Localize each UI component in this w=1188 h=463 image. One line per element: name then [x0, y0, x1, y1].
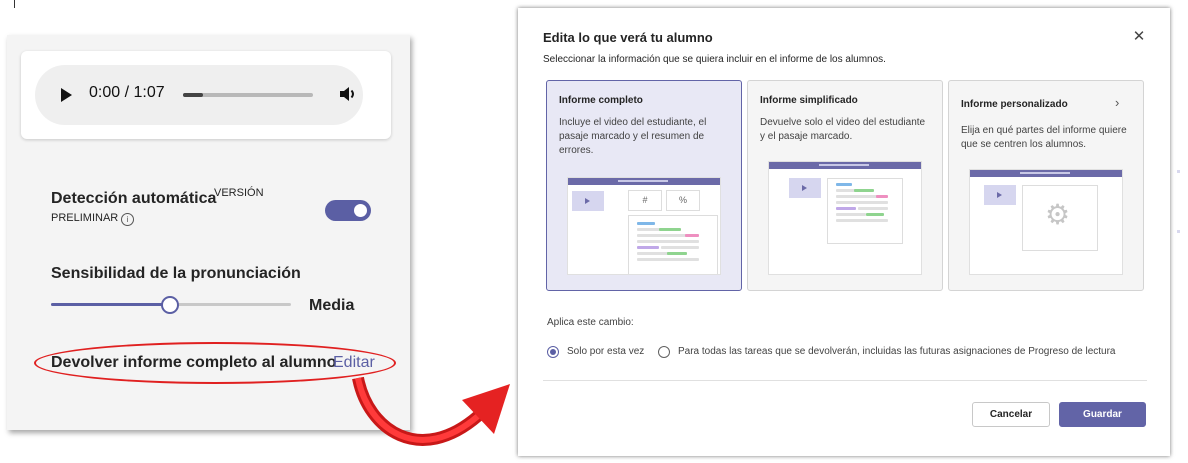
- background-edge: [1177, 170, 1180, 173]
- passage-line-highlight: [659, 228, 681, 231]
- passage-line: [637, 240, 699, 243]
- preview-custom-area: ⚙: [1022, 185, 1098, 251]
- radio-all-assignments-label[interactable]: Para todas las tareas que se devolverán,…: [678, 346, 1115, 357]
- auto-detection-toggle[interactable]: [325, 200, 371, 221]
- preview-video: [572, 191, 604, 211]
- passage-line: [661, 246, 699, 249]
- audio-progress-fill: [183, 93, 203, 97]
- card-description: Elija en qué partes del informe quiere q…: [961, 125, 1127, 150]
- audio-player: 0:00 / 1:07: [35, 65, 363, 125]
- passage-line-highlight: [854, 189, 874, 192]
- sensitivity-slider-fill: [51, 303, 171, 306]
- card-title: Informe completo: [559, 95, 643, 106]
- passage-line-highlight: [667, 252, 687, 255]
- card-custom-report[interactable]: Informe personalizado › Elija en qué par…: [948, 80, 1144, 291]
- preview-passage: [827, 178, 903, 244]
- passage-line: [637, 258, 699, 261]
- audio-player-card: 0:00 / 1:07: [21, 51, 391, 139]
- preview-tag-sub: PRELIMINAR: [51, 212, 119, 224]
- passage-line-highlight: [866, 213, 884, 216]
- card-description: Incluye el video del estudiante, el pasa…: [559, 117, 707, 156]
- preview-score-box: #: [628, 190, 662, 211]
- dialog-subtitle: Seleccionar la información que se quiera…: [543, 54, 886, 65]
- passage-line: [637, 222, 655, 225]
- preview-play-icon: [585, 198, 590, 204]
- preview-play-icon: [802, 185, 807, 191]
- background-edge: [1177, 230, 1180, 233]
- passage-line-highlight: [836, 207, 856, 210]
- apply-label: Aplica este cambio:: [547, 317, 634, 328]
- preview-header-line: [1020, 172, 1070, 174]
- passage-line: [858, 207, 888, 210]
- passage-line: [836, 201, 888, 204]
- chevron-right-icon[interactable]: ›: [1115, 95, 1119, 110]
- audio-time: 0:00 / 1:07: [89, 84, 165, 101]
- preview-header-line: [618, 180, 668, 182]
- close-icon[interactable]: ✕: [1132, 29, 1146, 44]
- passage-line-highlight: [685, 234, 699, 237]
- passage-line: [836, 219, 888, 222]
- preview-video: [789, 178, 821, 198]
- preview-header-bar: [769, 162, 921, 169]
- passage-line: [836, 195, 880, 198]
- edge-mark: [14, 0, 15, 8]
- toggle-knob: [354, 204, 367, 217]
- red-curved-arrow: [352, 376, 510, 446]
- card-title: Informe personalizado: [961, 99, 1068, 110]
- sensitivity-slider-thumb[interactable]: [161, 296, 179, 314]
- custom-report-preview: ⚙: [969, 169, 1123, 275]
- radio-only-this-time-label[interactable]: Solo por esta vez: [567, 346, 644, 357]
- passage-line: [836, 213, 866, 216]
- save-button[interactable]: Guardar: [1059, 402, 1146, 427]
- divider: [543, 380, 1147, 381]
- volume-icon[interactable]: [338, 84, 358, 104]
- preview-play-icon: [997, 192, 1002, 198]
- simplified-report-preview: [768, 161, 922, 275]
- play-icon[interactable]: [61, 88, 72, 102]
- card-full-report[interactable]: Informe completo Incluye el video del es…: [546, 80, 742, 291]
- preview-passage: [628, 215, 718, 274]
- gear-icon: ⚙: [1045, 199, 1071, 230]
- audio-progress-bar[interactable]: [183, 93, 313, 97]
- passage-line-highlight: [876, 195, 888, 198]
- sensitivity-label: Sensibilidad de la pronunciación: [51, 265, 301, 282]
- card-description: Devuelve solo el video del estudiante y …: [760, 117, 926, 142]
- passage-line: [637, 234, 689, 237]
- full-report-preview: # %: [567, 177, 721, 275]
- preview-video: [984, 185, 1016, 205]
- card-simplified-report[interactable]: Informe simplificado Devuelve solo el vi…: [747, 80, 943, 291]
- passage-line-highlight: [637, 246, 659, 249]
- info-icon[interactable]: i: [121, 213, 134, 226]
- preview-percent-box: %: [666, 190, 700, 211]
- preview-tag: VERSIÓN: [214, 187, 264, 199]
- preview-header-bar: [970, 170, 1122, 177]
- preview-header-line: [819, 164, 869, 166]
- cancel-button[interactable]: Cancelar: [972, 402, 1050, 427]
- radio-all-assignments[interactable]: [658, 346, 670, 358]
- highlight-ellipse: [34, 342, 396, 384]
- passage-line: [836, 183, 852, 186]
- radio-only-this-time[interactable]: [547, 346, 559, 358]
- card-title: Informe simplificado: [760, 95, 858, 106]
- preview-header-bar: [568, 178, 720, 185]
- dialog-title: Edita lo que verá tu alumno: [543, 30, 713, 45]
- auto-detection-label: Detección automática: [51, 190, 217, 207]
- edit-report-dialog: Edita lo que verá tu alumno ✕ Selecciona…: [518, 8, 1170, 456]
- sensitivity-value: Media: [309, 297, 355, 314]
